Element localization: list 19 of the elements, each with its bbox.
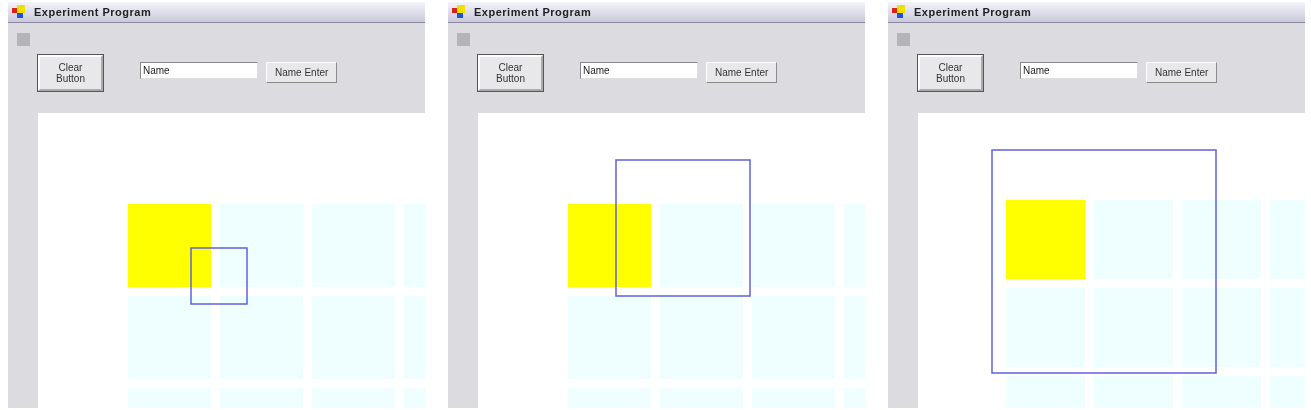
name-field[interactable]: Name (140, 62, 258, 79)
window-title: Experiment Program (34, 6, 152, 18)
square-icon (457, 33, 470, 46)
app-icon (892, 5, 906, 19)
window-title: Experiment Program (914, 6, 1032, 18)
clear-button[interactable]: Clear Button (478, 55, 543, 91)
name-field[interactable]: Name (580, 62, 698, 79)
window-title: Experiment Program (474, 6, 592, 18)
app-icon (452, 5, 466, 19)
name-enter-button[interactable]: Name Enter (1146, 62, 1218, 83)
square-icon (897, 33, 910, 46)
selection-frame (190, 247, 248, 305)
square-icon (17, 33, 30, 46)
name-enter-button[interactable]: Name Enter (266, 62, 338, 83)
clear-button[interactable]: Clear Button (38, 55, 103, 91)
name-field[interactable]: Name (1020, 62, 1138, 79)
app-icon (12, 5, 26, 19)
name-enter-button[interactable]: Name Enter (706, 62, 778, 83)
clear-button[interactable]: Clear Button (918, 55, 983, 91)
